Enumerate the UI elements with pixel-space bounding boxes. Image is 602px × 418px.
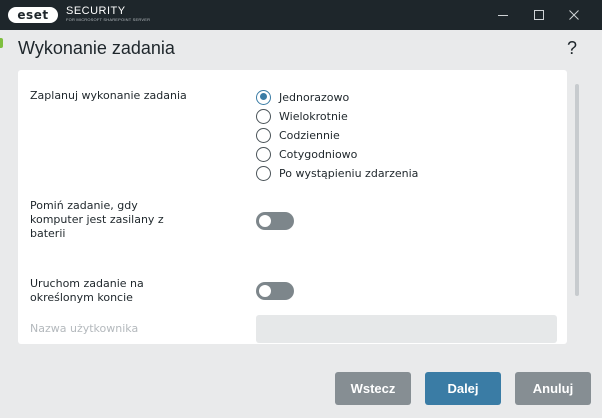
schedule-label: Zaplanuj wykonanie zadania bbox=[30, 89, 187, 102]
run-as-label-line: określonym koncie bbox=[30, 291, 133, 304]
title-bar: eset SECURITY FOR MICROSOFT SHAREPOINT S… bbox=[0, 0, 602, 30]
help-icon[interactable]: ? bbox=[567, 38, 577, 59]
minimize-button[interactable] bbox=[485, 0, 521, 30]
skip-battery-label: Pomiń zadanie, gdy komputer jest zasilan… bbox=[30, 199, 164, 241]
maximize-icon bbox=[534, 10, 544, 20]
close-icon bbox=[569, 10, 579, 20]
skip-battery-toggle[interactable] bbox=[256, 212, 294, 230]
radio-label: Wielokrotnie bbox=[279, 109, 348, 123]
maximize-button[interactable] bbox=[521, 0, 557, 30]
radio-on-event[interactable]: Po wystąpieniu zdarzenia bbox=[256, 165, 418, 181]
run-as-label: Uruchom zadanie na określonym koncie bbox=[30, 277, 144, 305]
product-brand: SECURITY FOR MICROSOFT SHAREPOINT SERVER bbox=[66, 5, 150, 23]
next-button[interactable]: Dalej bbox=[425, 372, 501, 405]
radio-button[interactable] bbox=[256, 127, 271, 143]
run-as-label-line: Uruchom zadanie na bbox=[30, 277, 144, 290]
back-button[interactable]: Wstecz bbox=[335, 372, 411, 405]
radio-button-selected[interactable] bbox=[256, 89, 271, 105]
brand-subtitle: FOR MICROSOFT SHAREPOINT SERVER bbox=[66, 17, 151, 22]
brand-name: SECURITY bbox=[66, 5, 126, 17]
radio-label: Po wystąpieniu zdarzenia bbox=[279, 166, 419, 180]
username-label: Nazwa użytkownika bbox=[30, 322, 139, 335]
skip-battery-label-line: Pomiń zadanie, gdy bbox=[30, 199, 138, 212]
radio-label: Cotygodniowo bbox=[279, 147, 358, 161]
cancel-button[interactable]: Anuluj bbox=[515, 372, 591, 405]
radio-button[interactable] bbox=[256, 165, 271, 181]
radio-repeatedly[interactable]: Wielokrotnie bbox=[256, 108, 348, 124]
run-as-toggle[interactable] bbox=[256, 282, 294, 300]
radio-weekly[interactable]: Cotygodniowo bbox=[256, 146, 357, 162]
minimize-icon bbox=[498, 15, 508, 16]
radio-label: Codziennie bbox=[279, 128, 340, 142]
eset-logo-mark: eset bbox=[8, 7, 58, 23]
skip-battery-label-line: baterii bbox=[30, 227, 66, 240]
username-input[interactable] bbox=[256, 315, 557, 343]
radio-daily[interactable]: Codziennie bbox=[256, 127, 340, 143]
skip-battery-label-line: komputer jest zasilany z bbox=[30, 213, 164, 226]
scrollbar[interactable] bbox=[575, 84, 579, 296]
radio-once[interactable]: Jednorazowo bbox=[256, 89, 349, 105]
status-accent bbox=[0, 38, 3, 48]
eset-logo: eset bbox=[8, 7, 58, 23]
radio-button[interactable] bbox=[256, 108, 271, 124]
radio-label: Jednorazowo bbox=[279, 90, 350, 104]
radio-button[interactable] bbox=[256, 146, 271, 162]
page-title: Wykonanie zadania bbox=[18, 38, 175, 58]
close-button[interactable] bbox=[556, 0, 592, 30]
